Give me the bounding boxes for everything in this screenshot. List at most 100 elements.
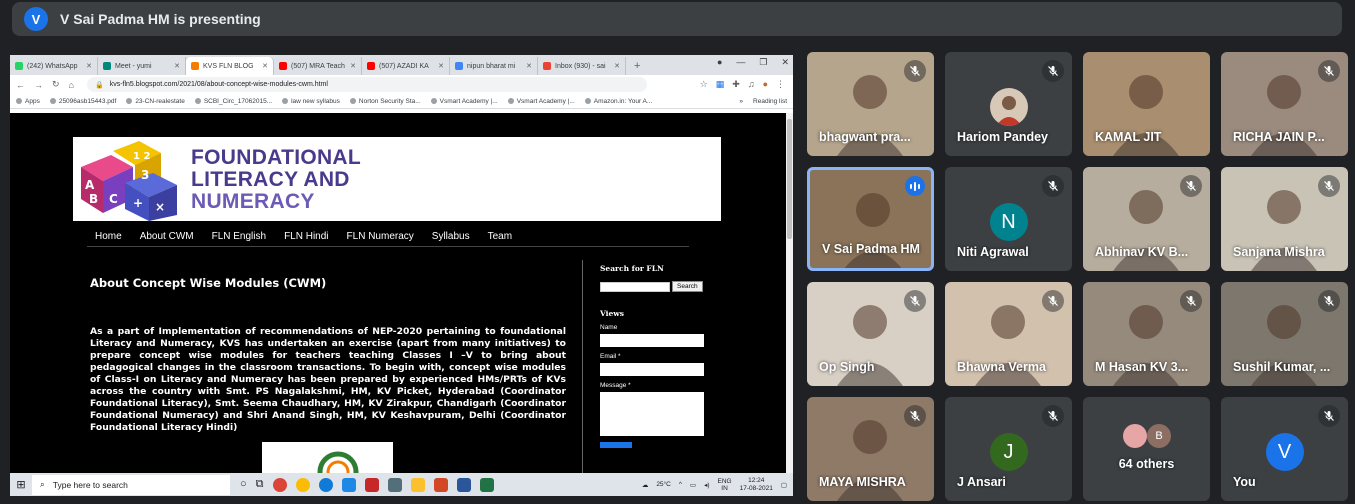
participant-tile[interactable]: MAYA MISHRA [807, 397, 934, 501]
banner-line-3: NUMERACY [191, 190, 315, 213]
windows-start-icon[interactable]: ⊞ [10, 478, 32, 491]
tab-close-icon[interactable]: ✕ [614, 62, 620, 70]
browser-tab[interactable]: (242) WhatsApp ✕ [10, 57, 98, 75]
mail-icon[interactable] [341, 477, 356, 492]
url-input[interactable]: 🔒 kvs-fln5.blogspot.com/2021/08/about-con… [86, 77, 647, 92]
app-icon[interactable] [364, 477, 379, 492]
browser-tab[interactable]: nipun bharat mi ✕ [450, 57, 538, 75]
temperature[interactable]: 25°C [656, 481, 671, 488]
tab-close-icon[interactable]: ✕ [350, 62, 356, 70]
blog-search-button[interactable]: Search [672, 281, 703, 292]
participant-tile[interactable]: KAMAL JIT [1083, 52, 1210, 156]
browser-tab[interactable]: Inbox (930) - sai ✕ [538, 57, 626, 75]
reading-list[interactable]: Reading list [753, 98, 787, 105]
nav-link[interactable]: Team [488, 231, 512, 242]
nav-link[interactable]: About CWM [140, 231, 194, 242]
bookmark-item[interactable]: law new syllabus [282, 98, 340, 105]
back-icon[interactable]: ← [16, 80, 25, 90]
participant-tile[interactable]: Sanjana Mishra [1221, 167, 1348, 271]
participant-name: J Ansari [957, 475, 1006, 489]
close-window-icon[interactable]: ✕ [781, 57, 789, 68]
excel-icon[interactable] [479, 477, 494, 492]
blog-search-input[interactable] [600, 281, 670, 292]
chrome-icon[interactable] [272, 477, 287, 492]
participant-tile[interactable]: RICHA JAIN P... [1221, 52, 1348, 156]
word-icon[interactable] [456, 477, 471, 492]
home-icon[interactable]: ⌂ [69, 80, 74, 90]
minimize-icon[interactable]: — [736, 57, 745, 68]
bookmark-item[interactable]: SCBI_Circ_17062015... [194, 98, 272, 105]
participant-tile[interactable]: V You [1221, 397, 1348, 501]
banner-line-1: FOUNDATIONAL [191, 146, 362, 169]
menu-icon[interactable]: ⋮ [776, 79, 785, 90]
participant-tile[interactable]: Hariom Pandey [945, 52, 1072, 156]
browser-tab[interactable]: (507) AZADI KA ✕ [362, 57, 450, 75]
tab-close-icon[interactable]: ✕ [526, 62, 532, 70]
bookmark-item[interactable]: Amazon.in: Your A... [584, 98, 652, 105]
battery-icon[interactable]: ▭ [690, 481, 696, 489]
reload-icon[interactable]: ↻ [52, 79, 60, 90]
scroll-thumb[interactable] [787, 119, 792, 239]
bookmark-item[interactable]: 25096asb15443.pdf [49, 98, 116, 105]
taskbar-search-text: Type here to search [52, 479, 128, 490]
chrome-icon-2[interactable] [295, 477, 310, 492]
page-scrollbar[interactable] [786, 113, 793, 473]
participant-tile[interactable]: N Niti Agrawal [945, 167, 1072, 271]
notification-icon[interactable]: ▢ [781, 481, 787, 489]
nav-link[interactable]: FLN Hindi [284, 231, 328, 242]
puzzle-icon[interactable]: ✚ [732, 79, 740, 90]
bookmark-item[interactable]: Vsmart Academy |... [507, 98, 575, 105]
profile-avatar-icon[interactable]: ● [763, 79, 768, 90]
extension-icon[interactable]: ▦ [716, 79, 725, 90]
forward-icon[interactable]: → [34, 80, 43, 90]
participant-tile[interactable]: Sushil Kumar, ... [1221, 282, 1348, 386]
more-bookmarks-icon[interactable]: » [739, 98, 743, 105]
taskbar-search[interactable]: ⌕ Type here to search [32, 474, 230, 495]
tab-favicon-icon [191, 62, 199, 70]
nav-link[interactable]: FLN English [212, 231, 266, 242]
bookmark-item[interactable]: Norton Security Sta... [349, 98, 421, 105]
name-field[interactable] [600, 334, 704, 347]
participant-tile[interactable]: bhagwant pra... [807, 52, 934, 156]
nav-link[interactable]: Syllabus [432, 231, 470, 242]
maximize-icon[interactable]: ❐ [759, 57, 767, 68]
clock[interactable]: 12:24 17-08-2021 [740, 477, 773, 493]
email-field[interactable] [600, 363, 704, 376]
explorer-icon[interactable] [410, 477, 425, 492]
send-button[interactable] [600, 442, 632, 448]
tab-close-icon[interactable]: ✕ [174, 62, 180, 70]
participant-tile[interactable]: Bhawna Verma [945, 282, 1072, 386]
weather-icon[interactable]: ☁ [642, 481, 649, 489]
participant-tile[interactable]: V Sai Padma HM [807, 167, 934, 271]
tab-close-icon[interactable]: ✕ [86, 62, 92, 70]
widgets-icon[interactable]: ⧉ [256, 478, 264, 492]
participant-tile[interactable]: Op Singh [807, 282, 934, 386]
new-tab-button[interactable]: + [626, 57, 648, 75]
powerpoint-icon[interactable] [433, 477, 448, 492]
edge-icon[interactable] [318, 477, 333, 492]
tab-close-icon[interactable]: ✕ [438, 62, 444, 70]
tray-arrow-icon[interactable]: ^ [679, 481, 682, 488]
task-view-icon[interactable]: ○ [240, 478, 247, 492]
bookmark-item[interactable]: 23-CN-realestate [126, 98, 185, 105]
message-field[interactable] [600, 392, 704, 436]
participant-tile[interactable]: J J Ansari [945, 397, 1072, 501]
language-indicator[interactable]: ENG IN [718, 478, 732, 492]
bookmark-item[interactable]: Vsmart Academy |... [430, 98, 498, 105]
media-icon[interactable]: ♫ [748, 79, 755, 90]
tab-close-icon[interactable]: ✕ [262, 62, 268, 70]
browser-tab[interactable]: KVS FLN BLOG ✕ [186, 57, 274, 75]
participant-name: Sushil Kumar, ... [1233, 360, 1331, 374]
nav-link[interactable]: Home [95, 231, 122, 242]
participant-tile[interactable]: Abhinav KV B... [1083, 167, 1210, 271]
browser-tab[interactable]: Meet - yumi ✕ [98, 57, 186, 75]
participant-tile[interactable]: B 64 others [1083, 397, 1210, 501]
calculator-icon[interactable] [387, 477, 402, 492]
star-icon[interactable]: ☆ [700, 79, 708, 90]
browser-tab[interactable]: (507) MRA Teach ✕ [274, 57, 362, 75]
bookmark-apps[interactable]: Apps [16, 98, 40, 105]
profile-icon[interactable]: ● [717, 57, 722, 68]
nav-link[interactable]: FLN Numeracy [347, 231, 414, 242]
volume-icon[interactable]: ◂) [704, 481, 709, 489]
participant-tile[interactable]: M Hasan KV 3... [1083, 282, 1210, 386]
